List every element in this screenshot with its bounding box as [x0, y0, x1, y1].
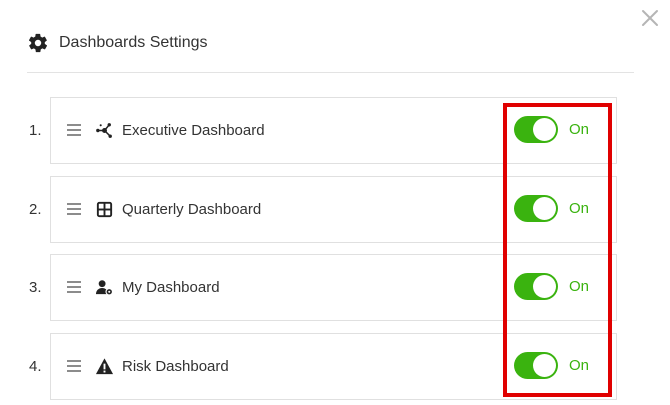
drag-handle-icon[interactable]	[66, 359, 82, 373]
network-icon	[96, 123, 112, 138]
dialog-header: Dashboards Settings	[27, 28, 208, 58]
user-settings-icon	[95, 280, 114, 296]
drag-handle-icon[interactable]	[66, 123, 82, 137]
row-number: 4.	[29, 358, 42, 375]
dashboard-name: My Dashboard	[122, 279, 220, 296]
warning-icon	[95, 358, 114, 375]
dashboard-name: Quarterly Dashboard	[122, 201, 262, 218]
close-icon	[642, 10, 658, 26]
drag-handle-icon[interactable]	[66, 280, 82, 294]
dialog-title: Dashboards Settings	[59, 34, 208, 51]
row-number: 3.	[29, 279, 42, 296]
dashboard-name: Executive Dashboard	[122, 122, 265, 139]
gear-icon	[28, 33, 48, 53]
toggle-highlight-box	[503, 103, 612, 397]
header-divider	[27, 72, 634, 73]
drag-handle-icon[interactable]	[66, 202, 82, 216]
row-number: 1.	[29, 122, 42, 139]
row-number: 2.	[29, 201, 42, 218]
dashboard-name: Risk Dashboard	[122, 358, 229, 375]
grid-icon	[96, 201, 113, 218]
close-button[interactable]	[638, 6, 662, 30]
